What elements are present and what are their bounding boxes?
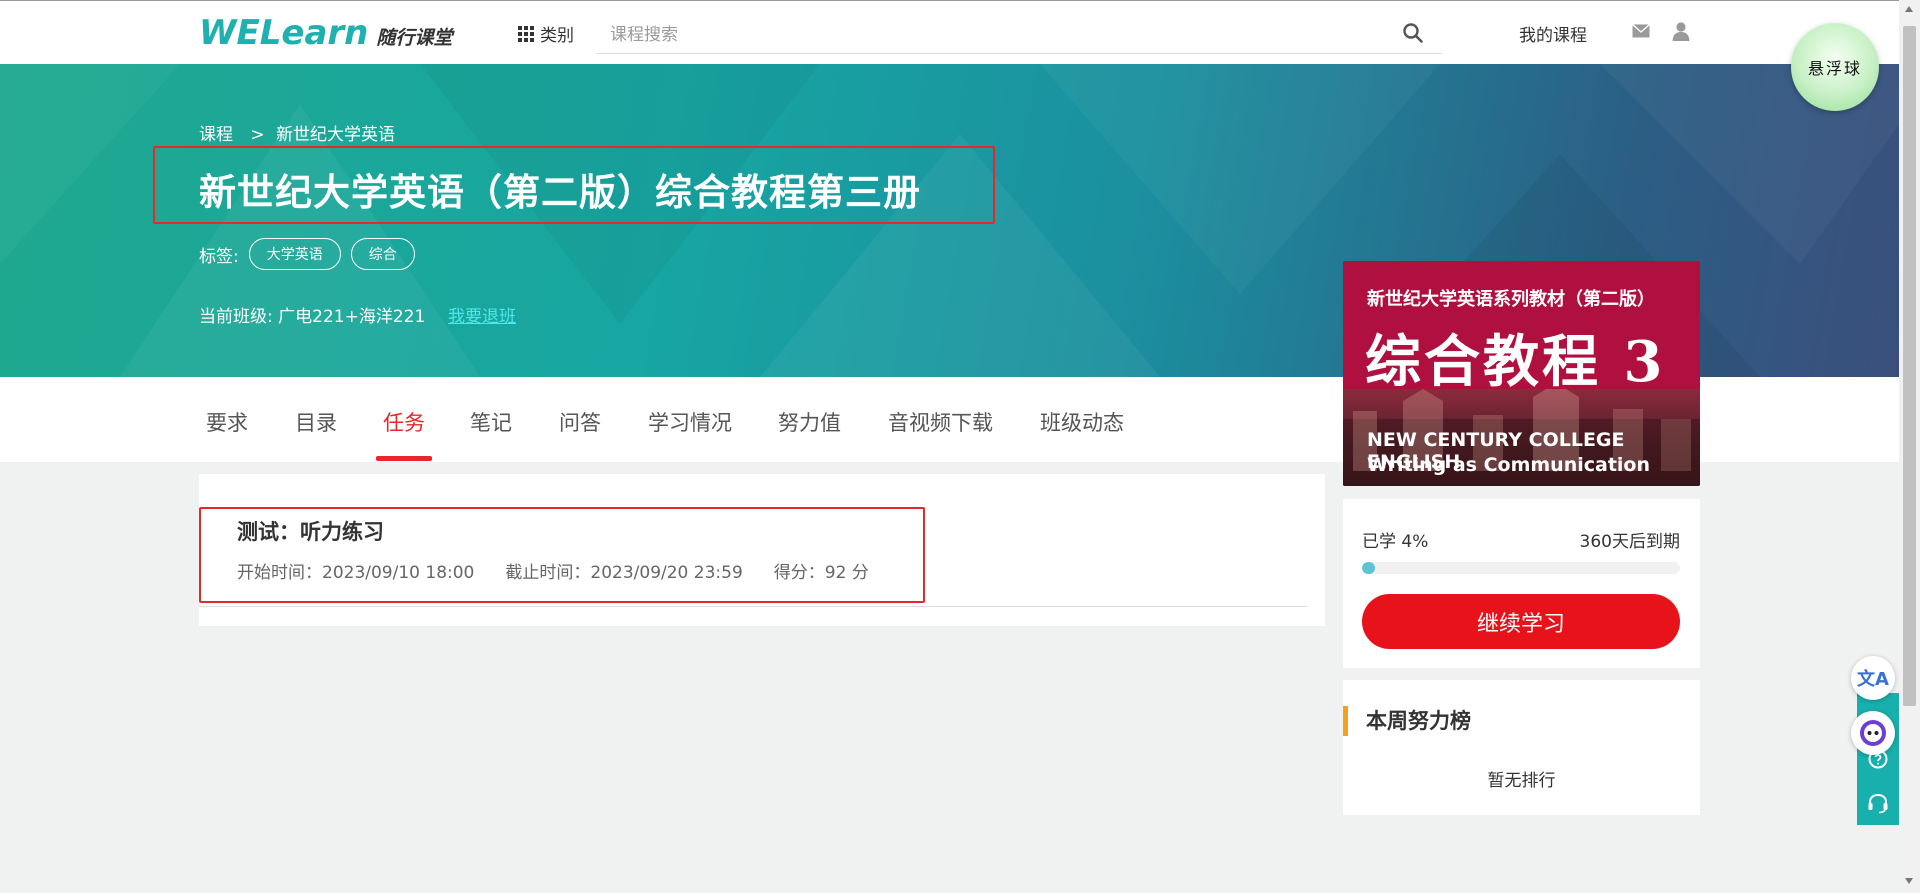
cover-title: 综合教程 3: [1365, 329, 1666, 395]
progress-bar: [1362, 562, 1680, 574]
expire-days: 360天后到期: [1579, 532, 1680, 552]
translate-button[interactable]: 文A: [1851, 656, 1895, 700]
scroll-thumb[interactable]: [1903, 26, 1916, 706]
scroll-up-icon[interactable]: [1905, 6, 1913, 12]
category-menu[interactable]: 类别: [518, 21, 574, 46]
robot-icon: [1860, 720, 1886, 746]
tab-effort[interactable]: 努力值: [778, 407, 841, 437]
book-cover: 新世纪大学英语系列教材（第二版） 综合教程 3 NEW CENTURY COLL…: [1343, 261, 1700, 486]
scrollbar[interactable]: [1899, 0, 1920, 893]
tag-college-english[interactable]: 大学英语: [248, 238, 341, 270]
breadcrumb: 课程 > 新世纪大学英语: [199, 120, 395, 145]
tab-notes[interactable]: 笔记: [470, 407, 512, 437]
course-title: 新世纪大学英语（第二版）综合教程第三册: [199, 171, 921, 214]
progress-bar-fill: [1362, 562, 1375, 574]
ranking-title: 本周努力榜: [1343, 706, 1471, 736]
progress-card: 已学 4% 360天后到期 继续学习: [1343, 499, 1700, 668]
quit-class-link[interactable]: 我要退班: [448, 302, 516, 327]
tab-av-download[interactable]: 音视频下载: [888, 407, 993, 437]
tab-class-activity[interactable]: 班级动态: [1040, 407, 1124, 437]
customer-service-button[interactable]: [1857, 781, 1899, 825]
tab-contents[interactable]: 目录: [295, 407, 337, 437]
ranking-empty-text: 暂无排行: [1487, 771, 1556, 791]
breadcrumb-current[interactable]: 新世纪大学英语: [276, 125, 395, 145]
category-label: 类别: [540, 26, 574, 46]
breadcrumb-root[interactable]: 课程: [199, 125, 233, 145]
search-icon[interactable]: [1402, 22, 1424, 44]
task-start-time: 开始时间：2023/09/10 18:00: [237, 563, 475, 583]
logo-main-text: WELearn: [199, 13, 369, 53]
translate-icon: 文A: [1857, 669, 1889, 690]
my-courses-link[interactable]: 我的课程: [1519, 21, 1587, 46]
effort-ranking-card: 本周努力榜 暂无排行: [1343, 680, 1700, 815]
search-bar: [596, 13, 1442, 54]
learned-percent: 已学 4%: [1362, 532, 1429, 552]
mail-icon[interactable]: [1632, 24, 1650, 38]
assistant-button[interactable]: [1851, 711, 1895, 755]
tags-row: 标签: 大学英语 综合: [199, 238, 415, 270]
grid-icon: [518, 25, 534, 42]
breadcrumb-separator: >: [250, 125, 265, 145]
divider: [199, 606, 1307, 607]
welearn-logo[interactable]: WELearn 随行课堂: [199, 13, 452, 53]
scroll-down-icon[interactable]: [1905, 878, 1913, 884]
current-class: 当前班级: 广电221+海洋221: [199, 307, 426, 327]
tab-learning-status[interactable]: 学习情况: [648, 407, 732, 437]
tag-comprehensive[interactable]: 综合: [350, 238, 415, 270]
search-input[interactable]: [608, 21, 1372, 49]
user-icon[interactable]: [1672, 21, 1690, 41]
cover-english-subtitle: Writing as Communication: [1367, 454, 1651, 476]
task-panel: 测试：听力练习 开始时间：2023/09/10 18:00 截止时间：2023/…: [199, 474, 1325, 626]
task-deadline: 截止时间：2023/09/20 23:59: [505, 563, 743, 583]
active-tab-indicator: [376, 456, 432, 461]
task-meta: 开始时间：2023/09/10 18:00 截止时间：2023/09/20 23…: [237, 558, 900, 583]
logo-sub-text: 随行课堂: [376, 27, 453, 49]
headset-icon: [1868, 793, 1888, 814]
tags-label: 标签:: [199, 246, 239, 267]
task-score: 得分：92 分: [773, 563, 869, 583]
cover-series: 新世纪大学英语系列教材（第二版）: [1367, 289, 1655, 310]
continue-learning-button[interactable]: 继续学习: [1362, 594, 1680, 649]
floating-ball[interactable]: 悬浮球: [1791, 23, 1879, 111]
tab-tasks[interactable]: 任务: [383, 407, 425, 437]
tab-requirements[interactable]: 要求: [206, 407, 248, 437]
task-title[interactable]: 测试：听力练习: [237, 516, 384, 546]
tab-qa[interactable]: 问答: [559, 407, 601, 437]
top-header: WELearn 随行课堂 类别 我的课程: [0, 0, 1899, 64]
